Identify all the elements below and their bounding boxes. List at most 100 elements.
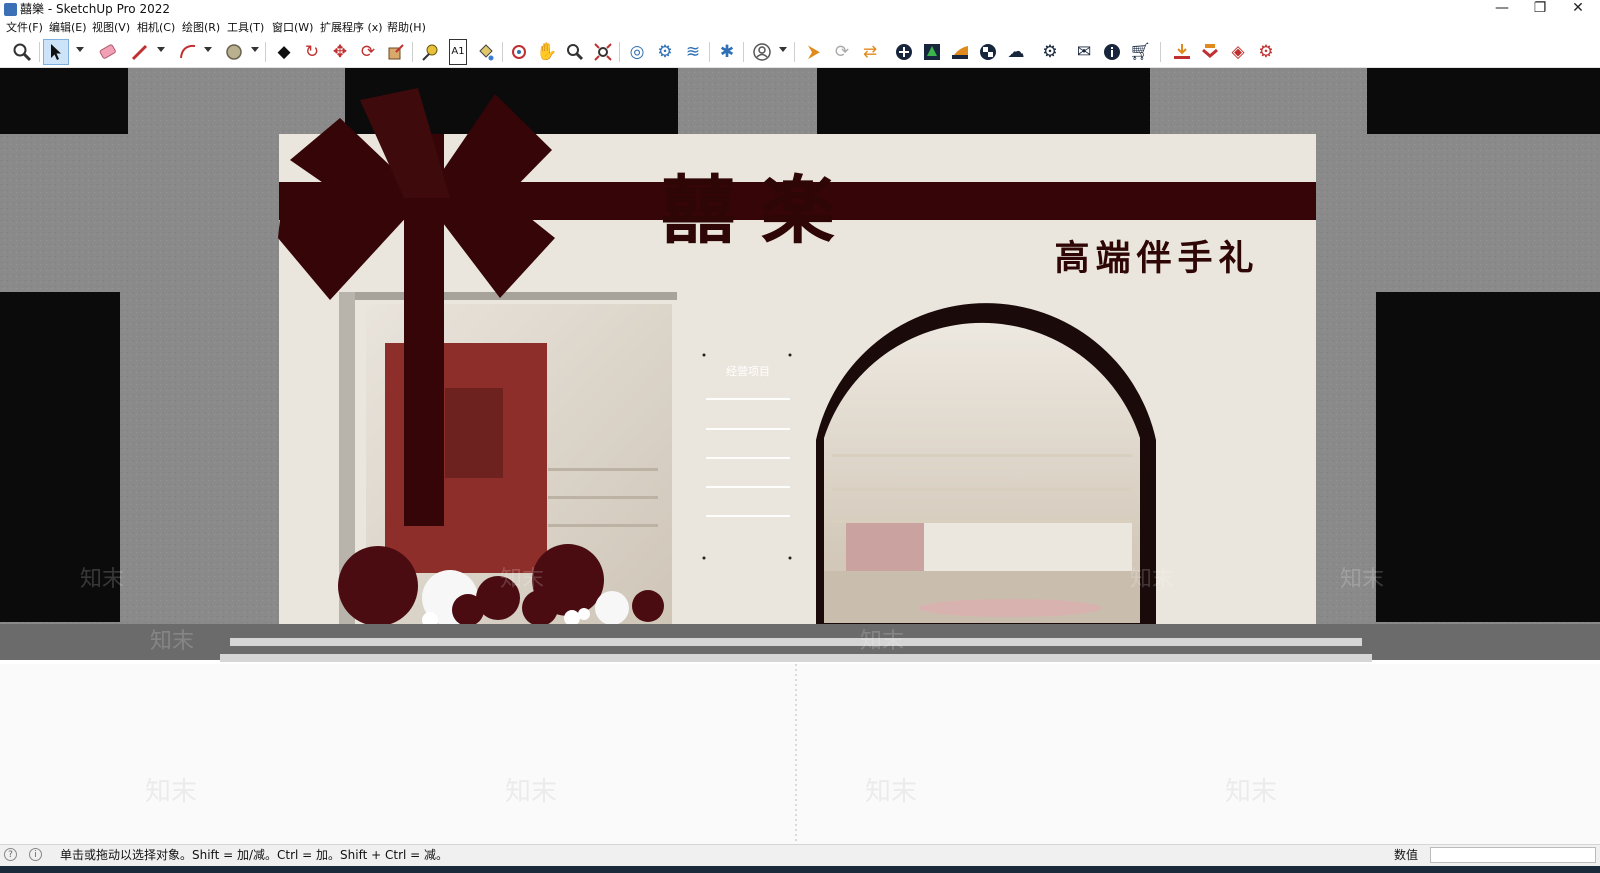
step-lower xyxy=(220,654,1372,662)
profile-dropdown-chevron-icon[interactable] xyxy=(779,47,787,52)
shape-dropdown-chevron-icon[interactable] xyxy=(251,47,259,52)
push-pull-icon[interactable]: ◆ xyxy=(272,40,296,64)
watermark-text: 知末 xyxy=(500,567,544,592)
plugin-gear-icon[interactable]: ⚙ xyxy=(1254,40,1278,64)
taskbar-edge xyxy=(0,866,1600,873)
circle-shape-icon[interactable] xyxy=(222,40,246,64)
geo-location-icon[interactable]: ? xyxy=(4,848,17,861)
toolbar-separator xyxy=(709,42,710,62)
watermark-text: 知末 xyxy=(150,629,194,654)
layers-stack-icon[interactable]: ≋ xyxy=(681,40,705,64)
watermark-text: 知末 xyxy=(1225,777,1277,807)
shelf xyxy=(548,468,658,471)
plugin-red-icon[interactable]: ◈ xyxy=(1226,40,1250,64)
tree-icon[interactable] xyxy=(920,40,944,64)
dark-window-top xyxy=(817,68,1150,134)
shopping-cart-icon[interactable]: 🛒︎ xyxy=(1128,40,1152,64)
dark-window-top-right xyxy=(1367,68,1600,134)
watermark-text: 知末 xyxy=(1340,567,1384,592)
window-frame xyxy=(339,292,677,300)
shelf xyxy=(548,524,658,527)
arch-shelf xyxy=(832,488,1132,491)
minimize-button[interactable]: — xyxy=(1482,0,1522,19)
menu-view[interactable]: 视图(V) xyxy=(92,20,130,36)
text-label-icon[interactable]: A1 xyxy=(446,39,470,65)
toolbar-separator xyxy=(743,42,744,62)
info-icon[interactable] xyxy=(1100,40,1124,64)
mail-icon[interactable]: ✉ xyxy=(1072,40,1096,64)
dark-opening-right xyxy=(1376,292,1600,622)
measurements-input[interactable] xyxy=(1430,847,1596,863)
line-dropdown-chevron-icon[interactable] xyxy=(157,47,165,52)
menu-bar: 文件(F) 编辑(E) 视图(V) 相机(C) 绘图(R) 工具(T) 窗口(W… xyxy=(0,19,1600,37)
restore-button[interactable]: ❐ xyxy=(1520,0,1560,19)
eraser-icon[interactable] xyxy=(96,40,120,64)
arch-shelf xyxy=(832,454,1132,457)
model-viewport[interactable]: 经营项目 囍 楽 高端伴手礼 知末 知末 知末 知末 知末 知末 知末 知末 知… xyxy=(0,68,1600,844)
scale-icon[interactable] xyxy=(384,40,408,64)
shelf-chevron-icon[interactable] xyxy=(1198,40,1222,64)
dark-window-top-left xyxy=(0,68,128,134)
profile-user-icon[interactable] xyxy=(750,40,774,64)
zoom-window-icon[interactable] xyxy=(10,40,34,64)
menu-extensions[interactable]: 扩展程序 (x) xyxy=(320,20,383,36)
export-arrow-icon[interactable]: ⮞ xyxy=(802,40,826,64)
watermark-text: 知末 xyxy=(1130,567,1174,592)
menu-tools[interactable]: 工具(T) xyxy=(227,20,264,36)
stairs-icon[interactable] xyxy=(948,40,972,64)
extension-warehouse-icon[interactable]: ⚙ xyxy=(653,40,677,64)
panel-heading: 经营项目 xyxy=(726,364,770,378)
tape-measure-icon[interactable] xyxy=(418,40,442,64)
warehouse-icon[interactable]: ◎ xyxy=(625,40,649,64)
watermark-text: 知末 xyxy=(80,567,124,592)
toolbar-separator xyxy=(794,42,795,62)
main-toolbar: ◆ ↻ ✥ ⟳ A1 ✋ ◎ ⚙ ≋ ✱ ⮞ ⟳ ⇄ ☁ ⚙ ✉ 🛒︎ ◈ ⚙ xyxy=(0,37,1600,68)
follow-me-icon[interactable]: ↻ xyxy=(300,40,324,64)
close-button[interactable]: ✕ xyxy=(1558,0,1598,19)
toolbar-separator xyxy=(39,42,40,62)
menu-window[interactable]: 窗口(W) xyxy=(272,20,313,36)
swap-arrows-icon[interactable]: ⇄ xyxy=(858,40,882,64)
rotate-icon[interactable]: ⟳ xyxy=(356,40,380,64)
arc-dropdown-chevron-icon[interactable] xyxy=(204,47,212,52)
floral-rug xyxy=(918,599,1102,617)
menu-draw[interactable]: 绘图(R) xyxy=(182,20,220,36)
plus-circle-icon[interactable] xyxy=(892,40,916,64)
checker-pattern-icon[interactable] xyxy=(976,40,1000,64)
red-cabinet-niche xyxy=(445,388,503,478)
menu-help[interactable]: 帮助(H) xyxy=(387,20,426,36)
status-bar: ? i 单击或拖动以选择对象。Shift = 加/减。Ctrl = 加。Shif… xyxy=(0,844,1600,866)
import-tray-icon[interactable] xyxy=(1170,40,1194,64)
menu-edit[interactable]: 编辑(E) xyxy=(49,20,87,36)
menu-camera[interactable]: 相机(C) xyxy=(137,20,175,36)
zoom-icon[interactable] xyxy=(563,40,587,64)
line-pencil-icon[interactable] xyxy=(128,40,152,64)
title-bar: 囍樂 - SketchUp Pro 2022 — ❐ ✕ xyxy=(0,0,1600,19)
watermark-text: 知末 xyxy=(860,629,904,654)
window-title: 囍樂 - SketchUp Pro 2022 xyxy=(20,2,170,16)
move-icon[interactable]: ✥ xyxy=(328,40,352,64)
settings-gear-icon[interactable]: ⚙ xyxy=(1038,40,1062,64)
orbit-icon[interactable] xyxy=(507,40,531,64)
paint-bucket-icon[interactable] xyxy=(474,40,498,64)
cloud-upload-icon[interactable]: ☁ xyxy=(1004,40,1028,64)
sign-sub-text: 高端伴手礼 xyxy=(1054,239,1259,279)
instructor-info-icon[interactable]: i xyxy=(29,848,42,861)
refresh-icon[interactable]: ⟳ xyxy=(830,40,854,64)
menu-file[interactable]: 文件(F) xyxy=(6,20,43,36)
toolbar-separator xyxy=(619,42,620,62)
select-tool-icon[interactable] xyxy=(43,39,69,65)
arc-icon[interactable] xyxy=(176,40,200,64)
counter-cabinets xyxy=(924,523,1132,571)
arch-shelf xyxy=(832,520,1132,523)
watermark-text: 知末 xyxy=(505,777,557,807)
pan-hand-icon[interactable]: ✋ xyxy=(535,40,559,64)
measurements-label: 数值 xyxy=(1394,848,1419,862)
watermark-text: 知末 xyxy=(145,777,197,807)
zoom-extents-icon[interactable] xyxy=(591,40,615,64)
extension-manager-icon[interactable]: ✱ xyxy=(715,40,739,64)
step-top xyxy=(230,638,1362,646)
select-dropdown-chevron-icon[interactable] xyxy=(76,47,84,52)
toolbar-separator xyxy=(502,42,503,62)
shelf xyxy=(548,496,658,499)
